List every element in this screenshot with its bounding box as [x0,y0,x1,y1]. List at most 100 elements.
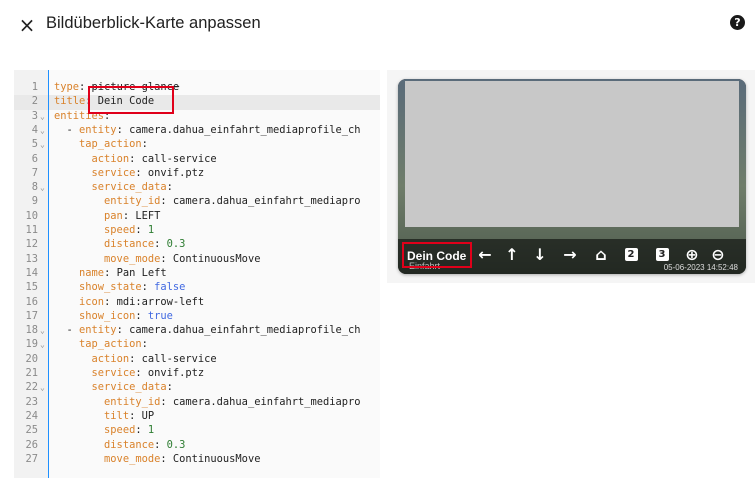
code-token: : camera.dahua_einfahrt_mediapro [160,195,361,208]
code-line[interactable]: 1 type: picture-glance [14,81,380,95]
camera-timestamp: 05-06-2023 14:52:48 [663,263,738,272]
preset-3-icon[interactable]: 3 [651,243,673,265]
fold-chevron-icon[interactable]: ⌄ [40,112,45,121]
code-line[interactable]: 18 ⌄ - entity: camera.dahua_einfahrt_medi… [14,324,380,338]
code-text: show_icon: true [54,310,173,322]
code-line[interactable]: 2 title: Dein Code [14,95,380,110]
arrow-right-icon[interactable]: → [559,243,581,265]
code-token: service [91,367,136,379]
code-token: : [135,224,148,236]
code-token: entity_id [104,395,161,408]
code-token: action [91,152,130,165]
code-line[interactable]: 25 speed: 1 [14,424,380,438]
code-line[interactable]: 6 action: call-service [14,153,380,167]
zoom-out-icon[interactable]: ⊖ [707,243,729,265]
code-token: : [135,424,148,437]
code-line[interactable]: 20 action: call-service [14,353,380,367]
dialog-title: Bildüberblick-Karte anpassen [46,14,261,32]
code-text: pan: LEFT [54,210,160,222]
code-line[interactable]: 7 service: onvif.ptz [14,167,380,181]
code-line[interactable]: 21 service: onvif.ptz [14,367,380,381]
line-number: 13 [25,252,38,265]
code-token: service_data [91,181,167,194]
line-number: 11 [25,224,38,236]
code-token: true [147,309,173,322]
code-token: speed [104,224,136,236]
code-token: : Pan Left [104,266,167,279]
arrow-down-icon[interactable]: ↓ [529,243,551,265]
code-text: entity_id: camera.dahua_einfahrt_mediapr… [54,195,361,207]
code-line[interactable]: 8 ⌄ service_data: [14,181,380,195]
line-number: 4 [31,123,38,136]
fold-chevron-icon[interactable]: ⌄ [40,126,45,135]
arrow-up-icon[interactable]: ↑ [501,243,523,265]
camera-image-blurred-region [405,81,739,227]
zoom-in-icon[interactable]: ⊕ [681,243,703,265]
code-token: : call-service [129,152,217,165]
code-line[interactable]: 3 ⌄ entities: [14,110,380,124]
code-line[interactable]: 11 speed: 1 [14,224,380,238]
fold-chevron-icon[interactable]: ⌄ [40,140,45,149]
code-line[interactable]: 15 show_state: false [14,281,380,295]
arrow-left-icon[interactable]: ← [474,243,496,265]
code-token: : ContinuousMove [160,452,261,465]
preset-3-icon-label: 3 [655,247,669,261]
editor-left-border [48,70,49,478]
code-line[interactable]: 23 entity_id: camera.dahua_einfahrt_medi… [14,396,380,410]
code-line[interactable]: 26 distance: 0.3 [14,439,380,453]
code-token: : camera.dahua_einfahrt_mediapro [160,395,361,408]
code-text: tap_action: [54,338,148,350]
title-highlight-box [88,86,174,114]
code-token: action [91,352,130,365]
yaml-code-editor[interactable]: 1 type: picture-glance 2 title: Dein Code 3 ⌄… [14,70,380,478]
code-text: service_data: [54,381,173,393]
line-number: 8 [31,181,38,194]
line-number: 24 [25,409,38,422]
close-icon[interactable]: × [14,12,40,38]
code-line[interactable]: 5 ⌄ tap_action: [14,138,380,152]
code-line[interactable]: 4 ⌄ - entity: camera.dahua_einfahrt_media… [14,124,380,138]
line-number: 20 [25,352,38,365]
code-token: false [154,281,186,294]
code-line[interactable]: 24 tilt: UP [14,410,380,424]
code-text: tilt: UP [54,410,154,422]
code-line[interactable]: 12 distance: 0.3 [14,238,380,252]
code-token: : [141,338,148,351]
fold-chevron-icon[interactable]: ⌄ [40,383,45,392]
line-number: 2 [31,95,38,108]
code-token: type [54,81,80,93]
code-token: : [135,309,148,322]
fold-chevron-icon[interactable]: ⌄ [40,183,45,192]
code-text: distance: 0.3 [54,439,185,451]
code-text: show_state: false [54,281,185,293]
code-line[interactable]: 17 show_icon: true [14,310,380,324]
code-line[interactable]: 9 entity_id: camera.dahua_einfahrt_media… [14,195,380,209]
code-line[interactable]: 19 ⌄ tap_action: [14,338,380,352]
code-line[interactable]: 10 pan: LEFT [14,210,380,224]
code-token: : camera.dahua_einfahrt_mediaprofile_ch [116,324,361,337]
help-icon[interactable]: ? [730,15,745,30]
code-token: - [54,123,80,136]
home-icon[interactable]: ⌂ [590,243,612,265]
code-token: 0.3 [166,238,186,251]
code-line[interactable]: 14 name: Pan Left [14,267,380,281]
preset-2-icon[interactable]: 2 [620,243,642,265]
code-token: service_data [91,381,167,394]
code-line[interactable]: 22 ⌄ service_data: [14,381,380,395]
fold-chevron-icon[interactable]: ⌄ [40,340,45,349]
fold-chevron-icon[interactable]: ⌄ [40,326,45,335]
line-number: 9 [31,195,38,208]
code-token: : [166,381,173,394]
code-line[interactable]: 13 move_mode: ContinuousMove [14,253,380,267]
code-line[interactable]: 16 icon: mdi:arrow-left [14,296,380,310]
code-line[interactable]: 27 move_mode: ContinuousMove [14,453,380,467]
